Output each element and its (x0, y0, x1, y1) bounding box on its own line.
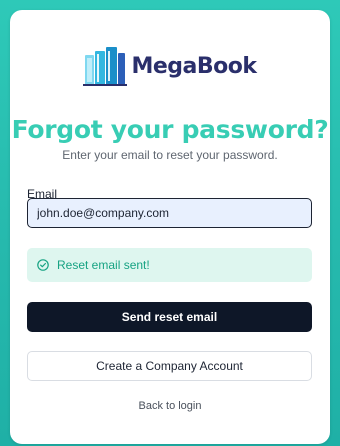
brand-logo: MegaBook (10, 43, 330, 89)
brand-name: MegaBook (131, 53, 257, 79)
send-reset-email-button[interactable]: Send reset email (27, 302, 312, 332)
email-field[interactable] (27, 198, 312, 228)
page-subtitle: Enter your email to reset your password. (62, 148, 278, 162)
page-title: Forgot your password? (11, 115, 329, 144)
forgot-password-card: MegaBook Forgot your password? Enter you… (10, 10, 330, 444)
check-circle-icon (37, 259, 49, 271)
success-alert: Reset email sent! (27, 248, 312, 282)
create-company-account-button[interactable]: Create a Company Account (27, 351, 312, 381)
alert-message: Reset email sent! (57, 258, 150, 272)
book-stack-icon (83, 47, 128, 86)
back-to-login-link[interactable]: Back to login (10, 400, 330, 412)
